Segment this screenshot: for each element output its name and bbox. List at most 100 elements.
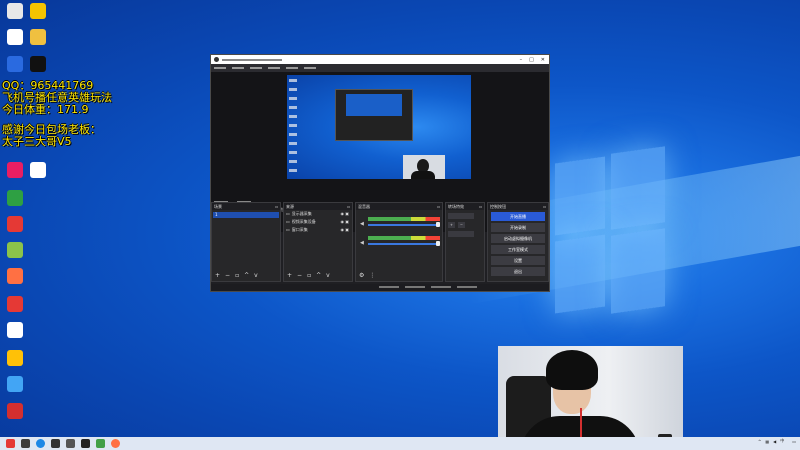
remove-icon[interactable]: − <box>297 272 302 279</box>
desktop-icon[interactable] <box>4 162 26 178</box>
mixer-dock: 混音器 ▫ ◀ ◀ ⚙ ⋮ <box>355 202 443 282</box>
scene-item[interactable]: 1 <box>213 212 279 218</box>
minimize-icon[interactable]: – <box>520 57 523 63</box>
edge-icon[interactable] <box>36 439 45 448</box>
add-icon[interactable]: + <box>287 272 292 279</box>
desktop-icon[interactable] <box>4 190 26 206</box>
volume-knob[interactable] <box>436 222 440 227</box>
notification-icon[interactable]: ▭ <box>792 439 796 444</box>
menu-item[interactable] <box>268 67 280 69</box>
down-icon[interactable]: v <box>326 272 330 279</box>
taskbar-app-icon[interactable] <box>66 439 75 448</box>
menu-item[interactable] <box>232 67 244 69</box>
network-icon[interactable]: ▦ <box>765 439 769 444</box>
preview-webcam <box>403 155 445 179</box>
tray-chevron-icon[interactable]: ^ <box>758 439 761 444</box>
transition-select[interactable] <box>448 213 474 219</box>
add-icon[interactable]: + <box>448 222 455 228</box>
dock-close-icon[interactable]: ▫ <box>275 203 278 210</box>
gear-icon[interactable]: ⚙ <box>359 272 364 279</box>
settings-button[interactable]: 设置 <box>491 256 545 265</box>
sources-title: 来源 <box>286 204 294 209</box>
config-icon[interactable]: ▫ <box>235 272 239 279</box>
dock-close-icon[interactable]: ▫ <box>437 203 440 210</box>
desktop-icon[interactable] <box>4 376 26 392</box>
ime-icon[interactable]: 中 <box>780 438 784 444</box>
taskbar-app-icon[interactable] <box>96 439 105 448</box>
source-item[interactable]: ▭ 视频采集设备 ◉ ▣ <box>284 218 352 226</box>
dock-close-icon[interactable]: ▫ <box>479 203 482 210</box>
system-tray: ^ ▦ ◀ 中 ▭ <box>758 438 796 444</box>
desktop-icon[interactable] <box>4 322 26 338</box>
obs-window: – □ ✕ 滤镜 属性 场景▫ 1 + − <box>210 54 550 292</box>
desktop-icon[interactable] <box>4 3 26 19</box>
stream-overlay-text: QQ：965441769 飞机号播任意英雄玩法 今日体重：171.9 感谢今日包… <box>2 80 112 148</box>
desktop-icon[interactable] <box>4 403 26 419</box>
menu-icon[interactable]: ⋮ <box>369 272 375 279</box>
start-app-icon[interactable] <box>6 439 15 448</box>
menu-item[interactable] <box>286 67 298 69</box>
studio-mode-button[interactable]: 工作室模式 <box>491 245 545 254</box>
streamer-hair <box>546 350 598 390</box>
speaker-icon[interactable]: ◀ <box>360 240 364 246</box>
taskbar-app-icon[interactable] <box>81 439 90 448</box>
eye-lock-icons[interactable]: ◉ ▣ <box>340 226 349 234</box>
maximize-icon[interactable]: □ <box>529 57 534 63</box>
up-icon[interactable]: ^ <box>244 272 249 279</box>
taskbar-app-icon[interactable] <box>51 439 60 448</box>
desktop-icon[interactable] <box>27 3 49 19</box>
overlay-weight-line: 今日体重：171.9 <box>2 103 89 116</box>
source-label: 视频采集设备 <box>291 219 316 224</box>
down-icon[interactable]: v <box>254 272 258 279</box>
up-icon[interactable]: ^ <box>316 272 321 279</box>
remove-icon[interactable]: − <box>225 272 230 279</box>
preview-desktop-icons <box>289 79 297 175</box>
desktop-icon[interactable] <box>4 216 26 232</box>
start-recording-button[interactable]: 开始录制 <box>491 223 545 232</box>
config-icon[interactable]: ▫ <box>307 272 311 279</box>
eye-lock-icons[interactable]: ◉ ▣ <box>340 218 349 226</box>
desktop-icon[interactable] <box>4 350 26 366</box>
volume-slider[interactable] <box>368 224 440 226</box>
desktop-icon[interactable] <box>27 56 49 72</box>
speaker-icon[interactable]: ◀ <box>360 221 364 227</box>
desktop-icon[interactable] <box>27 29 49 45</box>
transition-buttons-row: + − <box>448 222 482 228</box>
menu-item[interactable] <box>250 67 262 69</box>
desktop-icon[interactable] <box>4 268 26 284</box>
obs-app-icon <box>214 57 219 62</box>
start-streaming-button[interactable]: 开始直播 <box>491 212 545 221</box>
virtual-camera-button[interactable]: 启动虚拟摄像机 <box>491 234 545 243</box>
duration-row <box>448 231 482 237</box>
source-item[interactable]: ▭ 显示器采集 ◉ ▣ <box>284 210 352 218</box>
desktop-icon[interactable] <box>27 162 49 178</box>
volume-icon[interactable]: ◀ <box>773 439 776 444</box>
eye-lock-icons[interactable]: ◉ ▣ <box>340 210 349 218</box>
mixer-channel: ◀ <box>358 232 440 248</box>
taskbar-app-icon[interactable] <box>21 439 30 448</box>
volume-knob[interactable] <box>436 241 440 246</box>
source-item[interactable]: ▭ 窗口采集 ◉ ▣ <box>284 226 352 234</box>
menu-item[interactable] <box>304 67 316 69</box>
dock-close-icon[interactable]: ▫ <box>543 203 546 210</box>
duration-input[interactable] <box>448 231 474 237</box>
webcam-overlay <box>498 346 683 450</box>
dock-close-icon[interactable]: ▫ <box>347 203 350 210</box>
close-icon[interactable]: ✕ <box>541 57 545 63</box>
volume-slider[interactable] <box>368 243 440 245</box>
menu-item[interactable] <box>214 67 226 69</box>
source-label: 显示器采集 <box>291 211 312 216</box>
taskbar-app-icon[interactable] <box>111 439 120 448</box>
exit-button[interactable]: 退出 <box>491 267 545 276</box>
desktop-icon[interactable] <box>4 29 26 45</box>
audio-meter <box>368 217 440 221</box>
obs-menubar <box>211 64 549 72</box>
desktop-icon[interactable] <box>4 56 26 72</box>
desktop-icon[interactable] <box>4 242 26 258</box>
monitor-icon: ▭ <box>286 211 290 216</box>
remove-icon[interactable]: − <box>457 222 465 228</box>
desktop-icon[interactable] <box>4 296 26 312</box>
add-icon[interactable]: + <box>215 272 220 279</box>
taskbar: ^ ▦ ◀ 中 ▭ <box>0 437 800 450</box>
obs-titlebar[interactable]: – □ ✕ <box>211 55 549 64</box>
